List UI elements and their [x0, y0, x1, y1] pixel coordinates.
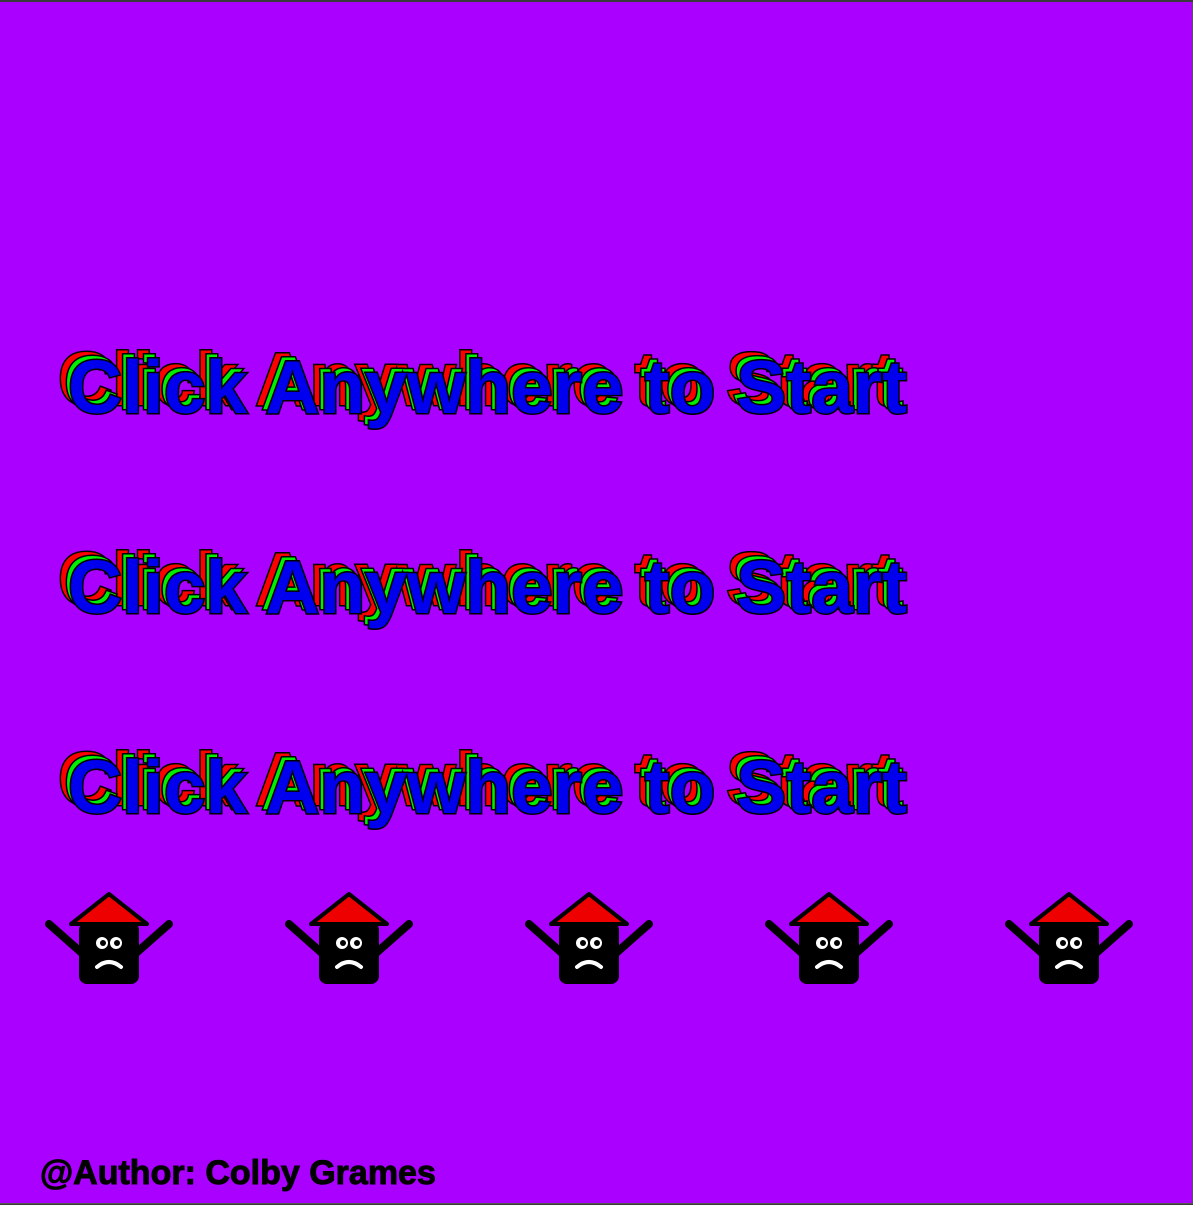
author-credit: @Author: Colby Grames: [40, 1154, 437, 1193]
start-prompt-blue-layer: Click Anywhere to Start: [66, 345, 908, 429]
character-row: [0, 890, 1192, 990]
start-prompt-blue-layer: Click Anywhere to Start: [66, 745, 908, 829]
start-prompt-blue-layer: Click Anywhere to Start: [66, 545, 908, 629]
worried-block-character-icon: [285, 892, 413, 984]
worried-block-character-icon: [525, 892, 653, 984]
start-prompt-3[interactable]: Click Anywhere to Start Click Anywhere t…: [56, 740, 908, 826]
start-prompt-2[interactable]: Click Anywhere to Start Click Anywhere t…: [56, 540, 908, 626]
start-prompt-1[interactable]: Click Anywhere to Start Click Anywhere t…: [56, 340, 908, 426]
worried-block-character-icon: [765, 892, 893, 984]
worried-block-character-icon: [1005, 892, 1133, 984]
worried-block-character-icon: [45, 892, 173, 984]
game-canvas[interactable]: Click Anywhere to Start Click Anywhere t…: [0, 2, 1193, 1204]
